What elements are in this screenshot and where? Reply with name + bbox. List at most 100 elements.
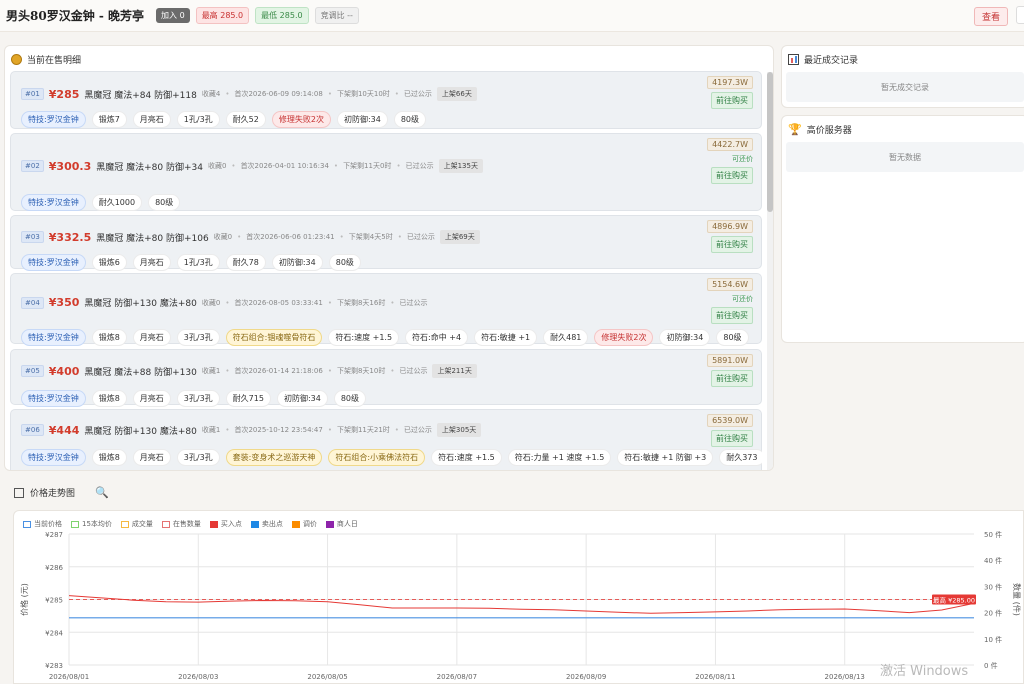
- listing-name: 黑魔冠 防御+130 魔法+80: [84, 426, 197, 437]
- listing-number: #01: [21, 88, 44, 100]
- listing-tag: 1孔/3孔: [176, 111, 220, 128]
- listing-remaining: 下架剩8天16时: [336, 298, 386, 307]
- listing-price: ¥285: [48, 87, 80, 101]
- listing-status: 已过公示: [403, 90, 432, 98]
- chart-title: 价格走势图: [30, 489, 76, 499]
- listing-tag: 80级: [148, 194, 181, 211]
- bar-chart-icon: [788, 53, 799, 65]
- listing-status: 已过公示: [399, 298, 428, 307]
- listing-tag: 初防御:34: [276, 390, 328, 407]
- listing-gold-price: 6539.0W: [707, 414, 753, 427]
- listing-name: 黑魔冠 魔法+88 防御+130: [84, 367, 197, 378]
- x-tick-label: 2026/08/11: [695, 673, 735, 681]
- listing-tag: 锻炼7: [91, 111, 127, 128]
- buy-button[interactable]: 前往购买: [711, 92, 753, 109]
- recent-deals-title: 最近成交记录: [804, 55, 859, 66]
- listing-tag: 特技:罗汉金钟: [21, 194, 86, 211]
- separator-dot: •: [327, 367, 332, 375]
- buy-button[interactable]: 前往购买: [711, 307, 753, 324]
- listing-first-seen: 首次2026-06-06 01:23:41: [246, 233, 335, 241]
- listing-first-seen: 首次2025-10-12 23:54:47: [234, 426, 323, 434]
- listing-tag: 符石:敏捷 +1: [474, 329, 538, 346]
- y-right-tick-label: 10 件: [984, 635, 1002, 644]
- price-series-line: [68, 595, 975, 614]
- listing-price: ¥444: [48, 423, 80, 437]
- separator-dot: •: [327, 298, 332, 307]
- listing-item[interactable]: #01 ¥285 黑魔冠 魔法+84 防御+118 收藏4 • 首次2026-06-09 …: [10, 71, 762, 129]
- corner-button[interactable]: [1016, 6, 1024, 24]
- scrollbar-thumb[interactable]: [767, 72, 773, 212]
- listing-item[interactable]: #04 ¥350 黑魔冠 防御+130 魔法+80 收藏0 • 首次2026-08-05 …: [10, 273, 762, 346]
- listing-tag: 符石:敏捷 +1 防御 +3: [617, 449, 714, 466]
- money-bag-icon: [11, 53, 22, 65]
- recent-deals-header: 最近成交记录: [782, 46, 1024, 72]
- high-price-servers-title: 高价服务器: [806, 125, 852, 136]
- listing-status: 已过公示: [403, 426, 432, 434]
- listing-favorites: 收藏0: [201, 298, 221, 307]
- buy-button[interactable]: 前往购买: [711, 370, 753, 387]
- listing-tag: 3孔/3孔: [176, 390, 220, 407]
- bargain-label: 可还价: [732, 155, 753, 163]
- separator-dot: •: [327, 90, 332, 98]
- listing-status: 已过公示: [399, 367, 428, 375]
- buy-button[interactable]: 前往购买: [711, 430, 753, 447]
- separator-dot: •: [394, 426, 399, 434]
- buy-button[interactable]: 前往购买: [711, 236, 753, 253]
- listing-price: ¥332.5: [48, 230, 92, 244]
- listing-remaining: 下架剩8天10时: [336, 367, 386, 375]
- y-left-tick-label: ¥285: [45, 597, 63, 605]
- separator-dot: •: [327, 426, 332, 434]
- x-tick-label: 2026/08/01: [49, 673, 89, 681]
- listing-tag: 锻炼6: [91, 254, 127, 271]
- bargain-label: 可还价: [732, 295, 753, 303]
- high-price-servers-empty: 暂无数据: [786, 142, 1024, 172]
- x-tick-label: 2026/08/09: [566, 673, 606, 681]
- y-left-tick-label: ¥283: [45, 662, 63, 670]
- listing-shelf-days: 上架66天: [436, 87, 477, 101]
- listing-tag: 修理失败2次: [271, 111, 331, 128]
- listing-gold-price: 4422.7W: [707, 138, 753, 151]
- listing-tag: 锻炼8: [91, 449, 127, 466]
- listing-remaining: 下架剩11天21时: [336, 426, 390, 434]
- view-button[interactable]: 查看: [973, 7, 1008, 26]
- separator-dot: •: [396, 162, 401, 170]
- listings-panel: 当前在售明细 #01 ¥285 黑魔冠 魔法+84 防御+118 收藏4 • 首次2026…: [4, 45, 774, 471]
- listing-item[interactable]: #06 ¥444 黑魔冠 防御+130 魔法+80 收藏1 • 首次2025-10-12 …: [10, 409, 762, 470]
- listing-item[interactable]: #03 ¥332.5 黑魔冠 魔法+80 防御+106 收藏0 • 首次2026-06-0…: [10, 215, 762, 271]
- listing-tag: 耐久481: [543, 329, 589, 346]
- listing-list[interactable]: #01 ¥285 黑魔冠 魔法+84 防御+118 收藏4 • 首次2026-06-09 …: [10, 71, 762, 470]
- y-left-tick-label: ¥284: [45, 629, 63, 637]
- listing-favorites: 收藏4: [201, 90, 221, 98]
- listing-scrollbar[interactable]: [767, 72, 773, 470]
- listing-remaining: 下架剩11天0时: [343, 162, 392, 170]
- listing-item[interactable]: #05 ¥400 黑魔冠 魔法+88 防御+130 收藏1 • 首次2026-01-14 …: [10, 349, 762, 407]
- separator-dot: •: [225, 426, 230, 434]
- y-left-axis-label: 价格 (元): [19, 583, 29, 616]
- price-chart: 2026/08/01 2026/08/03 2026/08/05 2026/08/07…: [19, 530, 1022, 681]
- badge-added: 加入 0: [156, 8, 190, 23]
- x-tick-label: 2026/08/05: [307, 673, 347, 681]
- trophy-icon: 🏆: [788, 122, 802, 136]
- buy-button[interactable]: 前往购买: [711, 167, 753, 184]
- listing-tag: 符石组合:锢魂噬骨符石: [225, 329, 323, 346]
- separator-dot: •: [225, 367, 230, 375]
- x-tick-label: 2026/08/03: [178, 673, 218, 681]
- badge-ratio: 竞调比 --: [314, 7, 359, 24]
- y-left-tick-label: ¥286: [45, 564, 63, 572]
- listing-tag: 80级: [328, 254, 361, 271]
- listing-tag: 耐久1000: [91, 194, 143, 211]
- page-title: 男头80罗汉金钟 - 晚芳亭: [6, 9, 145, 23]
- listing-number: #04: [21, 296, 44, 309]
- listing-tag: 锻炼8: [91, 329, 127, 346]
- listing-tag: 特技:罗汉金钟: [21, 390, 86, 407]
- listing-remaining: 下架剩10天10时: [336, 90, 390, 98]
- price-chart-panel: 当前价格 15本均价 成交量 在售数量 买入点 卖出点 调价 商人日 2026/08/01 20…: [13, 510, 1024, 684]
- listing-tag: 初防御:34: [336, 111, 388, 128]
- high-price-servers-header: 🏆 高价服务器: [782, 116, 1024, 142]
- listing-number: #02: [21, 160, 44, 172]
- listing-item[interactable]: #02 ¥300.3 黑魔冠 魔法+80 防御+34 收藏0 • 首次2026-04-01…: [10, 133, 762, 211]
- listing-status: 已过公示: [406, 233, 435, 241]
- listings-title: 当前在售明细: [27, 55, 82, 66]
- search-icon[interactable]: 🔍: [95, 486, 109, 499]
- listing-tag: 月亮石: [132, 329, 171, 346]
